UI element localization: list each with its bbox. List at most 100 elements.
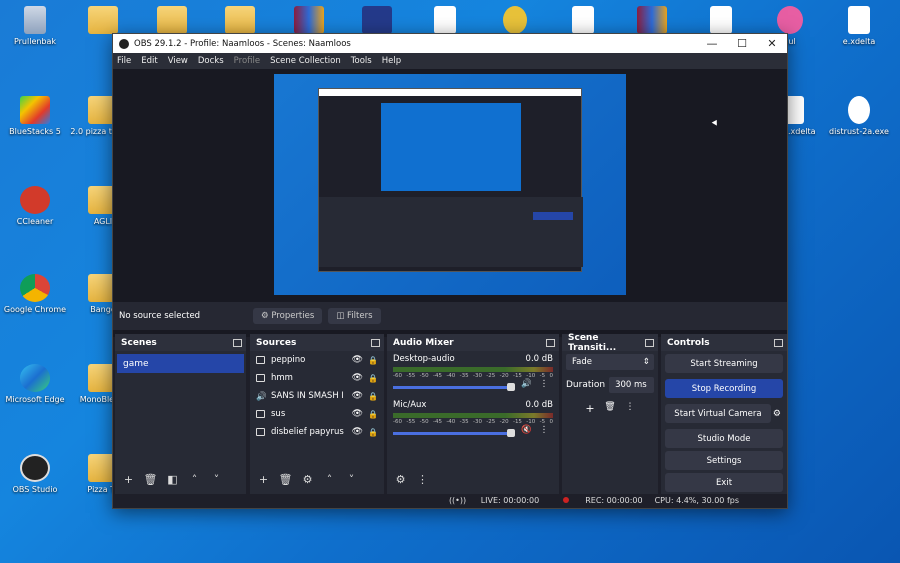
remove-transition-button[interactable]: 🗑: [599, 402, 621, 415]
lock-icon[interactable]: 🔒: [368, 392, 378, 401]
scene-filters-button[interactable]: ◧: [163, 471, 182, 488]
virtual-camera-settings-icon[interactable]: ⚙: [773, 409, 781, 419]
minimize-button[interactable]: —: [697, 37, 727, 50]
duration-input[interactable]: 300 ms: [609, 377, 654, 393]
volume-slider[interactable]: [393, 382, 515, 391]
folder-icon: [88, 6, 118, 34]
desktop-icon-distrust[interactable]: distrust-2a.exe: [824, 96, 894, 137]
start-streaming-button[interactable]: Start Streaming: [665, 354, 783, 373]
maximize-button[interactable]: ☐: [727, 37, 757, 50]
menu-profile[interactable]: Profile: [234, 56, 260, 66]
sources-dock: Sources peppino👁🔒 hmm👁🔒 🔊SANS IN SMASH B…: [250, 334, 384, 494]
desktop-icon-obs[interactable]: OBS Studio: [0, 454, 70, 495]
menu-bar: File Edit View Docks Profile Scene Colle…: [113, 53, 787, 69]
add-scene-button[interactable]: +: [119, 471, 138, 488]
obs-window: OBS 29.1.2 - Profile: Naamloos - Scenes:…: [112, 33, 788, 509]
tick-label: -60: [393, 419, 402, 425]
face-icon: [503, 6, 527, 34]
source-properties-button[interactable]: ⚙: [298, 471, 317, 488]
file-icon: [434, 6, 456, 34]
transition-menu-button[interactable]: ⋮: [621, 402, 639, 415]
add-source-button[interactable]: +: [254, 471, 273, 488]
volume-meter: [393, 367, 553, 372]
tick-label: -30: [472, 419, 482, 425]
source-item[interactable]: 🔊SANS IN SMASH BF👁🔒: [250, 387, 384, 405]
image-icon: [256, 356, 265, 364]
close-button[interactable]: ✕: [757, 37, 787, 50]
controls-title: Controls: [667, 337, 710, 348]
obs-icon: [20, 454, 50, 482]
desktop-icon-file[interactable]: e.xdelta: [824, 6, 894, 47]
tick-label: -35: [459, 373, 469, 379]
mixer-settings-button[interactable]: ⚙: [391, 471, 410, 488]
source-item[interactable]: sus 👁 🔒: [250, 405, 384, 423]
muted-mic-icon[interactable]: 🔇: [521, 425, 532, 435]
desktop-icon-ccleaner[interactable]: CCleaner: [0, 186, 70, 227]
visibility-icon[interactable]: 👁: [352, 391, 363, 401]
chrome-icon: [20, 274, 50, 302]
folder-icon: [157, 6, 187, 34]
properties-button[interactable]: ⚙ Properties: [253, 308, 323, 324]
volume-slider[interactable]: [393, 428, 515, 437]
filters-button[interactable]: ◫ Filters: [328, 308, 381, 324]
exit-button[interactable]: Exit: [665, 473, 783, 492]
settings-button[interactable]: Settings: [665, 451, 783, 470]
undock-icon[interactable]: [233, 338, 242, 347]
transition-select[interactable]: Fade ⇕: [566, 354, 654, 370]
live-status: ((•)) LIVE: 00:00:00: [448, 496, 540, 505]
move-down-button[interactable]: ˅: [342, 471, 361, 488]
desktop-icon-edge[interactable]: Microsoft Edge: [0, 364, 70, 405]
remove-source-button[interactable]: 🗑: [276, 471, 295, 488]
preview-area[interactable]: [113, 69, 787, 337]
menu-edit[interactable]: Edit: [141, 56, 157, 66]
menu-file[interactable]: File: [117, 56, 131, 66]
more-options-icon[interactable]: ⋮: [540, 425, 549, 435]
move-up-button[interactable]: ˄: [185, 471, 204, 488]
menu-docks[interactable]: Docks: [198, 56, 224, 66]
more-options-icon[interactable]: ⋮: [540, 379, 549, 389]
move-down-button[interactable]: ˅: [207, 471, 226, 488]
undock-icon[interactable]: [371, 338, 380, 347]
osu-icon: [777, 6, 803, 34]
filter-icon: ◫: [336, 311, 348, 321]
lock-icon[interactable]: 🔒: [368, 356, 378, 365]
desktop-icon-bluestacks[interactable]: BlueStacks 5: [0, 96, 70, 137]
stop-recording-button[interactable]: Stop Recording: [665, 379, 783, 398]
visibility-icon[interactable]: 👁: [352, 427, 363, 437]
menu-tools[interactable]: Tools: [351, 56, 372, 66]
undock-icon[interactable]: [546, 338, 555, 347]
app-icon: [362, 6, 392, 34]
source-item[interactable]: peppino 👁 🔒: [250, 351, 384, 369]
menu-view[interactable]: View: [168, 56, 188, 66]
source-item[interactable]: disbelief papyrus 👁 🔒: [250, 423, 384, 441]
source-item[interactable]: hmm 👁 🔒: [250, 369, 384, 387]
lock-icon[interactable]: 🔒: [368, 428, 378, 437]
tick-label: 0: [549, 373, 553, 379]
studio-mode-button[interactable]: Studio Mode: [665, 429, 783, 448]
speaker-icon[interactable]: 🔊: [521, 379, 532, 389]
desktop-icon-chrome[interactable]: Google Chrome: [0, 274, 70, 315]
tick-label: -40: [446, 419, 456, 425]
tick-label: -55: [406, 419, 416, 425]
skull-icon: [848, 96, 870, 124]
virtual-camera-button[interactable]: Start Virtual Camera: [665, 404, 771, 423]
tick-label: -25: [486, 373, 496, 379]
visibility-icon[interactable]: 👁: [352, 373, 363, 383]
cpu-status: CPU: 4.4%, 30.00 fps: [654, 496, 739, 505]
move-up-button[interactable]: ˄: [320, 471, 339, 488]
lock-icon[interactable]: 🔒: [368, 410, 378, 419]
visibility-icon[interactable]: 👁: [352, 355, 363, 365]
add-transition-button[interactable]: +: [581, 402, 599, 415]
lock-icon[interactable]: 🔒: [368, 374, 378, 383]
undock-icon[interactable]: [645, 338, 654, 347]
preview-screen: [274, 74, 626, 295]
undock-icon[interactable]: [774, 338, 783, 347]
menu-scene-collection[interactable]: Scene Collection: [270, 56, 341, 66]
scene-item-game[interactable]: game: [117, 354, 244, 373]
mixer-menu-button[interactable]: ⋮: [413, 471, 432, 488]
desktop-icon-bin[interactable]: Prullenbak: [0, 6, 70, 47]
remove-scene-button[interactable]: 🗑: [141, 471, 160, 488]
menu-help[interactable]: Help: [382, 56, 401, 66]
spin-icon: ⇕: [642, 357, 650, 367]
visibility-icon[interactable]: 👁: [352, 409, 363, 419]
